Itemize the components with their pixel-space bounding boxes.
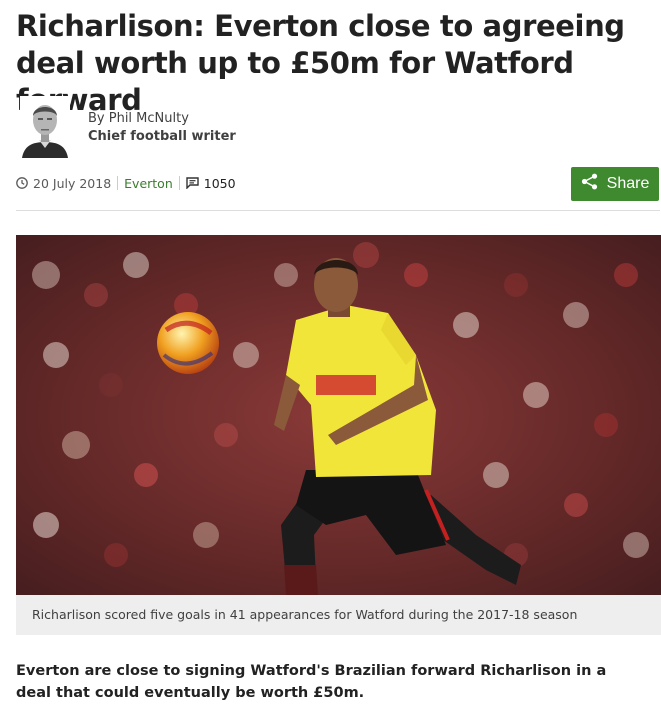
byline: By Phil McNulty Chief football writer [20, 96, 320, 162]
date-item: 20 July 2018 [16, 176, 111, 191]
byline-text: By Phil McNulty Chief football writer [88, 110, 236, 146]
topic-link[interactable]: Everton [124, 176, 173, 191]
article-intro: Everton are close to signing Watford's B… [16, 663, 607, 701]
meta-divider [117, 176, 119, 190]
share-label: Share [606, 175, 650, 192]
author-name: By Phil McNulty [88, 111, 189, 126]
article-meta: 20 July 2018 Everton 1050 [16, 173, 236, 193]
publish-date: 20 July 2018 [33, 175, 112, 191]
header-divider [16, 210, 660, 211]
share-button[interactable]: Share [571, 167, 659, 201]
author-role: Chief football writer [88, 129, 236, 144]
football [157, 312, 219, 374]
image-caption: Richarlison scored five goals in 41 appe… [16, 595, 661, 635]
meta-divider [178, 176, 180, 190]
clock-icon [16, 177, 28, 189]
author-avatar [20, 96, 70, 158]
share-icon [581, 173, 607, 195]
comment-count: 1050 [203, 175, 236, 191]
comments-icon [186, 177, 199, 189]
hero-image [16, 235, 661, 595]
comments-link[interactable]: 1050 [186, 176, 236, 191]
